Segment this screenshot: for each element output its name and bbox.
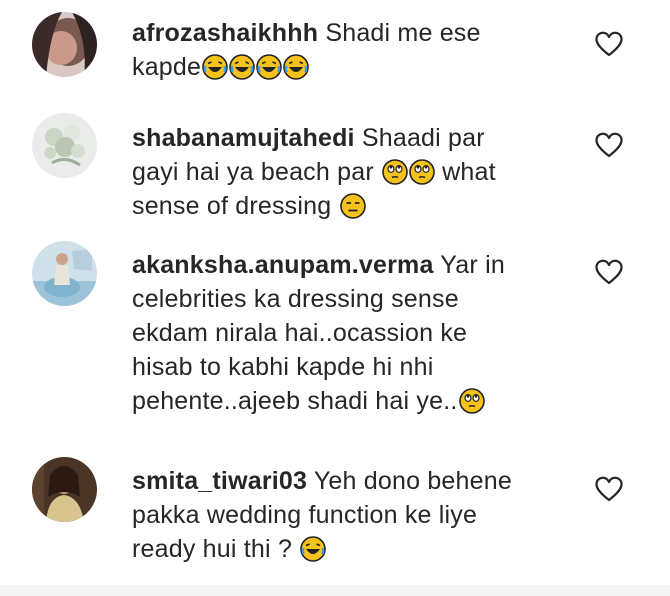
avatar-photo: [32, 241, 97, 306]
comment-text: shabanamujtahedi Shaadi par gayi hai ya …: [132, 121, 572, 223]
comment-text: smita_tiwari03 Yeh dono behene pakka wed…: [132, 464, 572, 566]
laughing-tears-emoji-icon: [229, 54, 255, 80]
face-with-rolling-eyes-emoji-icon: [382, 159, 408, 185]
like-heart-icon[interactable]: [594, 131, 624, 159]
comment-text: afrozashaikhhh Shadi me ese kapde: [132, 16, 572, 84]
avatar[interactable]: [32, 241, 97, 306]
avatar-photo: [32, 113, 97, 178]
laughing-tears-emoji-icon: [202, 54, 228, 80]
laughing-tears-emoji-icon: [300, 536, 326, 562]
avatar[interactable]: [32, 457, 97, 522]
laughing-tears-emoji-icon: [256, 54, 282, 80]
avatar-photo: [32, 457, 97, 522]
avatar[interactable]: [32, 12, 97, 77]
like-heart-icon[interactable]: [594, 258, 624, 286]
like-heart-icon[interactable]: [594, 30, 624, 58]
comment-username[interactable]: shabanamujtahedi: [132, 124, 355, 152]
comment-username[interactable]: akanksha.anupam.verma: [132, 251, 434, 279]
comment-username[interactable]: smita_tiwari03: [132, 467, 307, 495]
comment-username[interactable]: afrozashaikhhh: [132, 19, 318, 47]
comment-text: akanksha.anupam.verma Yar in celebrities…: [132, 248, 572, 418]
avatar[interactable]: [32, 113, 97, 178]
bottom-divider: [0, 585, 670, 596]
laughing-tears-emoji-icon: [283, 54, 309, 80]
expressionless-face-emoji-icon: [340, 193, 366, 219]
face-with-rolling-eyes-emoji-icon: [409, 159, 435, 185]
avatar-photo: [32, 12, 97, 77]
face-with-rolling-eyes-emoji-icon: [459, 388, 485, 414]
like-heart-icon[interactable]: [594, 475, 624, 503]
